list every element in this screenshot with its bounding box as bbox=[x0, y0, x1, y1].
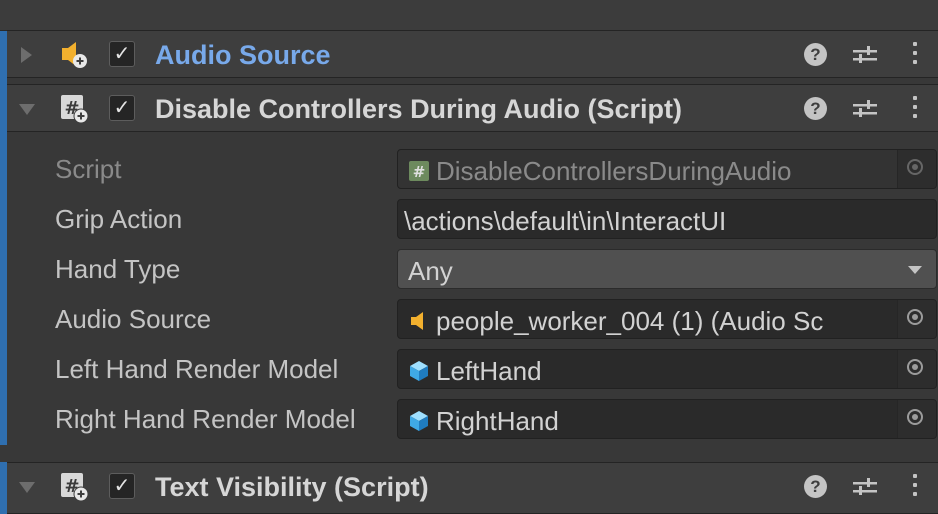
field-label: Left Hand Render Model bbox=[55, 354, 339, 384]
grip-action-field[interactable]: \actions\default\in\InteractUI bbox=[397, 199, 937, 239]
inspector-top-strip bbox=[0, 0, 938, 31]
field-row-hand-type[interactable]: Hand Type Any bbox=[7, 244, 938, 294]
field-row-grip-action[interactable]: Grip Action \actions\default\in\Interact… bbox=[7, 194, 938, 244]
right-hand-object-field[interactable]: RightHand bbox=[397, 399, 937, 439]
help-icon[interactable]: ? bbox=[804, 43, 827, 66]
field-label: Grip Action bbox=[55, 204, 183, 234]
hand-type-dropdown[interactable]: Any bbox=[397, 249, 937, 289]
field-row-audio-source[interactable]: Audio Source people_worker_004 (1) (Audi… bbox=[7, 294, 938, 344]
field-value: DisableControllersDuringAudio bbox=[436, 156, 792, 187]
field-value: Any bbox=[408, 256, 453, 287]
field-value: RightHand bbox=[436, 406, 559, 437]
selection-accent-bar bbox=[0, 31, 7, 445]
enabled-checkbox[interactable]: ✓ bbox=[109, 473, 135, 499]
foldout-expanded-icon[interactable] bbox=[19, 482, 35, 493]
component-header-disable-controllers[interactable]: # ✓ Disable Controllers During Audio (Sc… bbox=[7, 84, 938, 132]
kebab-menu-icon[interactable] bbox=[910, 96, 920, 122]
presets-icon[interactable] bbox=[851, 96, 879, 122]
script-file-icon: # bbox=[409, 161, 429, 182]
field-label: Script bbox=[55, 154, 122, 184]
field-label: Hand Type bbox=[55, 254, 181, 284]
component-title[interactable]: Disable Controllers During Audio (Script… bbox=[155, 94, 682, 125]
object-picker-icon bbox=[897, 150, 936, 188]
script-icon: # bbox=[61, 473, 89, 501]
audio-source-object-field[interactable]: people_worker_004 (1) (Audio Sc bbox=[397, 299, 937, 339]
audio-source-icon bbox=[411, 312, 423, 331]
enabled-checkbox[interactable]: ✓ bbox=[109, 41, 135, 67]
script-object-field: # DisableControllersDuringAudio bbox=[397, 149, 937, 189]
kebab-menu-icon[interactable] bbox=[910, 474, 920, 500]
foldout-collapsed-icon[interactable] bbox=[21, 47, 32, 63]
help-icon[interactable]: ? bbox=[804, 475, 827, 498]
audio-source-icon bbox=[62, 42, 87, 68]
kebab-menu-icon[interactable] bbox=[910, 42, 920, 68]
prefab-cube-icon bbox=[410, 361, 428, 382]
svg-text:#: # bbox=[413, 163, 426, 181]
component-title[interactable]: Text Visibility (Script) bbox=[155, 472, 429, 503]
selection-accent-bar-bottom bbox=[0, 462, 7, 514]
object-picker-icon[interactable] bbox=[897, 300, 936, 338]
component-header-text-visibility[interactable]: # ✓ Text Visibility (Script) ? bbox=[7, 462, 938, 514]
field-label: Right Hand Render Model bbox=[55, 404, 356, 434]
field-value: LeftHand bbox=[436, 356, 542, 387]
foldout-expanded-icon[interactable] bbox=[19, 104, 35, 115]
enabled-checkbox[interactable]: ✓ bbox=[109, 95, 135, 121]
field-row-right-hand-render-model[interactable]: Right Hand Render Model RightHand bbox=[7, 394, 938, 444]
field-row-script: Script # DisableControllersDuringAudio bbox=[7, 144, 938, 194]
field-row-left-hand-render-model[interactable]: Left Hand Render Model LeftHand bbox=[7, 344, 938, 394]
presets-icon[interactable] bbox=[851, 474, 879, 500]
field-label: Audio Source bbox=[55, 304, 212, 334]
component-header-audio-source[interactable]: ✓ Audio Source ? bbox=[7, 30, 938, 78]
help-icon[interactable]: ? bbox=[804, 97, 827, 120]
component-title[interactable]: Audio Source bbox=[155, 40, 331, 71]
field-value: people_worker_004 (1) (Audio Sc bbox=[436, 306, 824, 337]
object-picker-icon[interactable] bbox=[897, 350, 936, 388]
script-icon: # bbox=[61, 95, 89, 123]
chevron-down-icon bbox=[908, 266, 922, 274]
object-picker-icon[interactable] bbox=[897, 400, 936, 438]
left-hand-object-field[interactable]: LeftHand bbox=[397, 349, 937, 389]
prefab-cube-icon bbox=[410, 411, 428, 432]
field-value: \actions\default\in\InteractUI bbox=[404, 206, 727, 237]
presets-icon[interactable] bbox=[851, 42, 879, 68]
